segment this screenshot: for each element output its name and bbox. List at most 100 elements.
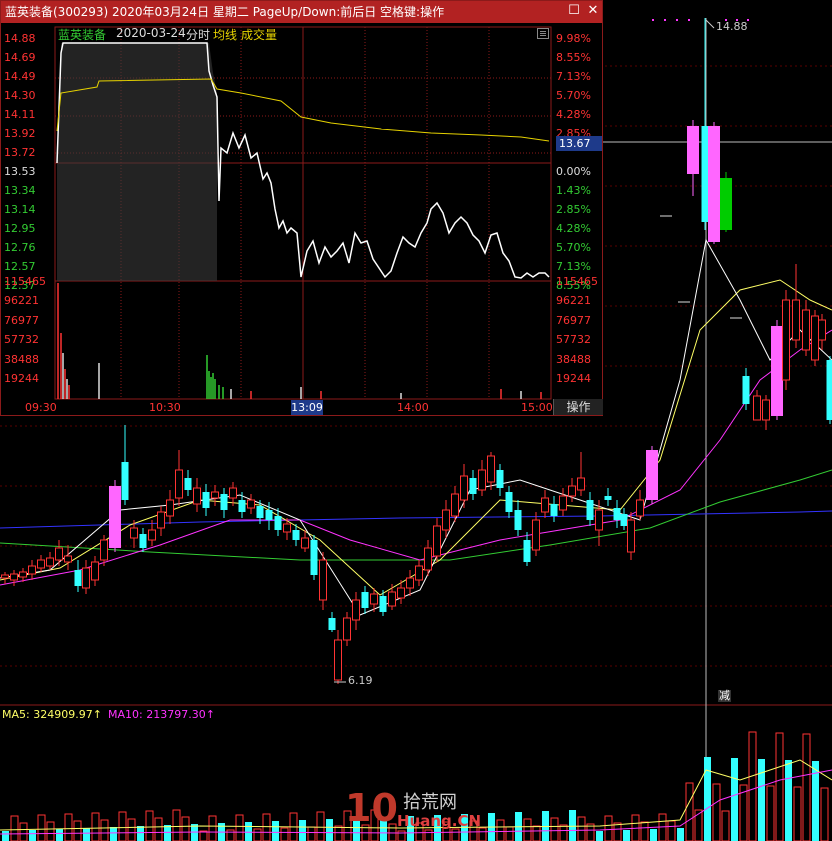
volume-bar — [46, 821, 55, 841]
candle-body — [460, 475, 468, 501]
pct-tick-label: 9.98% — [556, 32, 591, 45]
candle-body — [379, 596, 387, 612]
candle-body — [586, 500, 594, 520]
price-tick-label: 13.92 — [4, 127, 36, 140]
volume-bar — [73, 820, 82, 841]
candle-body — [388, 591, 396, 607]
watermark-text-top: 拾荒网 — [403, 792, 457, 813]
price-tick-label: 13.72 — [4, 146, 36, 159]
candle-body — [229, 487, 237, 499]
signal-dot — [664, 19, 666, 21]
volume-bar — [262, 813, 271, 841]
candle-body — [818, 319, 826, 341]
popup-title: 蓝英装备(300293) 2020年03月24日 星期二 PageUp/Down… — [1, 1, 602, 23]
intraday-popup[interactable]: 蓝英装备(300293) 2020年03月24日 星期二 PageUp/Down… — [0, 0, 603, 416]
volume-bar — [19, 822, 28, 841]
candle-body — [310, 540, 318, 575]
intraday-chart[interactable] — [1, 23, 602, 415]
time-tick-label: 15:00 — [521, 401, 553, 414]
panel-toggle-icon[interactable] — [537, 28, 549, 39]
watermark-text-bottom: Huang.CN — [397, 812, 482, 830]
candle-body — [220, 494, 228, 510]
time-tick-label: 09:30 — [25, 401, 57, 414]
volume-bar — [613, 822, 622, 841]
volume-bar — [280, 827, 289, 841]
volume-bar — [137, 826, 144, 841]
candle-body — [559, 495, 567, 511]
volume-bar — [127, 818, 136, 841]
candle-body — [10, 573, 18, 581]
candle-body — [55, 547, 63, 561]
time-tick-label: 14:00 — [397, 401, 429, 414]
candle-body — [742, 376, 750, 404]
candle-body — [478, 469, 486, 491]
candle-body — [568, 485, 576, 497]
candle-body — [523, 540, 531, 562]
candle-body — [130, 527, 138, 539]
volume-bar — [272, 821, 279, 841]
candle-body — [613, 508, 621, 520]
volume-tick-label: 57732 — [4, 333, 39, 347]
volume-tick-label: 96221 — [4, 294, 39, 308]
volume-bar — [731, 758, 738, 841]
candle-body — [157, 511, 165, 529]
candle-body — [28, 565, 36, 575]
candle-body — [292, 530, 300, 540]
low-price-label: 6.19 — [348, 674, 373, 687]
volume-tick-label: 96221 — [556, 294, 591, 308]
price-tick-label: 14.30 — [4, 89, 36, 102]
close-icon[interactable]: ✕ — [586, 4, 600, 18]
volume-bar — [542, 811, 549, 841]
candle-body — [826, 360, 832, 420]
price-tick-label: 12.57 — [4, 260, 36, 273]
price-tick-label: 13.34 — [4, 184, 36, 197]
volume-bar — [83, 828, 90, 841]
volume-bar — [785, 760, 792, 841]
price-tick-label: 12.76 — [4, 241, 36, 254]
current-price-tag: 13.67 — [556, 136, 602, 151]
volume-bar — [307, 826, 316, 841]
candle-body — [319, 559, 327, 601]
candle-body — [762, 399, 770, 421]
legend-volume: 成交量 — [241, 28, 278, 42]
candle-body — [397, 587, 405, 599]
volume-bar — [704, 757, 711, 841]
volume-tick-label: 57732 — [556, 333, 591, 347]
volume-tick-label: 38488 — [556, 352, 591, 366]
volume-tick-label: 115465 — [4, 275, 46, 288]
watermark-number: 10 — [345, 786, 398, 830]
volume-bar — [658, 813, 667, 841]
volume-bar — [559, 824, 568, 841]
operate-tab[interactable]: 操作 — [553, 399, 603, 415]
candle-body — [238, 500, 246, 512]
volume-tick-label: 19244 — [556, 372, 591, 385]
candle-body — [708, 126, 720, 242]
stock-name: 蓝英装备 — [58, 28, 107, 42]
volume-bar — [577, 816, 586, 841]
candle-body — [469, 478, 477, 494]
price-tick-label: 14.49 — [4, 70, 36, 83]
pct-tick-label: 2.85% — [556, 203, 591, 216]
candle-body — [802, 309, 810, 351]
watermark-logo: 10 拾荒网 Huang.CN — [345, 786, 485, 836]
volume-bar — [145, 810, 154, 841]
minimize-icon[interactable]: ☐ — [567, 4, 581, 18]
volume-bar — [2, 831, 9, 841]
candle-body — [19, 571, 27, 578]
candle-body — [37, 559, 45, 569]
vol-ma5-label: MA5: 324909.97↑ — [2, 708, 102, 721]
price-tick-label: 13.14 — [4, 203, 36, 216]
candle-body — [352, 599, 360, 621]
volume-bar — [10, 815, 19, 841]
volume-tick-label: 76977 — [4, 313, 39, 327]
candle-body — [541, 497, 549, 513]
volume-bar — [245, 822, 252, 841]
candle-body — [139, 534, 147, 548]
candle-body — [74, 570, 82, 586]
legend-avg-line: 均线 — [213, 28, 238, 42]
volume-bar — [677, 828, 684, 841]
volume-bar — [208, 815, 217, 841]
price-tick-label: 14.69 — [4, 51, 36, 64]
candle-body — [782, 299, 790, 381]
candle-body — [247, 499, 255, 509]
